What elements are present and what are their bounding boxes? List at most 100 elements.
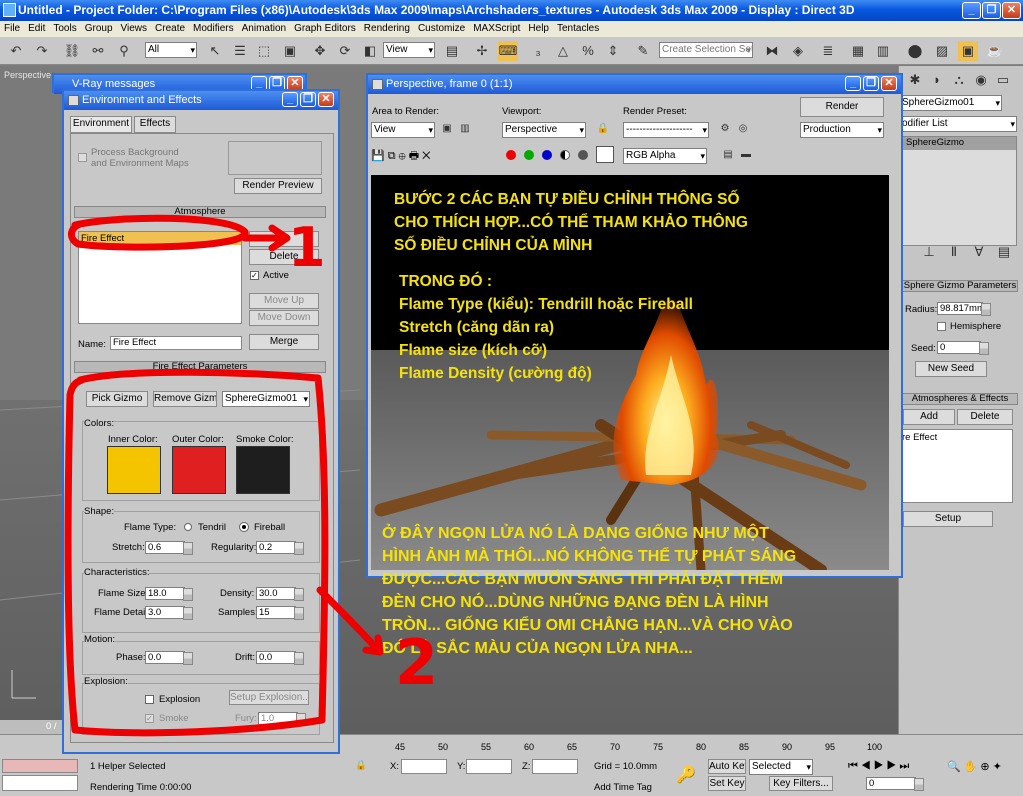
add-time-tag[interactable]: Add Time Tag [594,782,652,793]
auto-region-icon[interactable]: ▥ [457,121,473,137]
keyboard-shortcut-icon[interactable]: ⌨ [498,41,518,61]
frame-maximize-button[interactable]: ❐ [863,76,879,91]
gizmo-select[interactable]: SphereGizmo01 [222,391,310,407]
create-tab-icon[interactable]: ✱ [905,70,925,90]
schematic-view-icon[interactable]: ▥ [873,41,893,61]
environment-effects-icon[interactable]: ◎ [735,121,751,137]
set-key-button[interactable]: Set Key [708,776,746,791]
flame-size-spinner[interactable]: 18.0 [145,587,193,601]
rect-select-icon[interactable]: ⬚ [254,41,274,61]
atmos-effects-header[interactable]: Atmospheres & Effects [902,393,1018,405]
render-preview-button[interactable]: Render Preview [234,178,322,194]
display-tab-icon[interactable]: ▭ [993,70,1013,90]
viewport-select[interactable]: Perspective [502,122,586,138]
timeline-ticks[interactable]: 45 50 55 60 65 70 75 80 85 90 95 100 [340,742,900,754]
drift-spinner[interactable]: 0.0 [256,651,304,665]
motion-tab-icon[interactable]: ◉ [971,70,991,90]
key-icon[interactable]: 🔑 [676,765,696,785]
hierarchy-tab-icon[interactable]: ⛬ [949,70,969,90]
object-name-field[interactable]: SphereGizmo01 [899,95,1002,111]
stretch-spinner[interactable]: 0.6 [145,541,193,555]
menu-group[interactable]: Group [81,23,117,34]
pivot-icon[interactable]: ▤ [442,41,462,61]
lock-viewport-icon[interactable]: 🔒 [595,121,611,137]
process-background-checkbox[interactable] [78,153,87,162]
playback-controls[interactable]: ⏮◀▶▶⏭ [848,760,912,773]
area-to-render-select[interactable]: View [371,122,435,138]
current-frame-field[interactable]: 0 [866,777,924,791]
atmosphere-list-item[interactable]: Fire Effect [79,232,241,245]
blue-channel-icon[interactable] [542,150,552,160]
smoke-color-swatch[interactable] [236,446,290,494]
active-checkbox[interactable]: ✓ [250,271,259,280]
menu-views[interactable]: Views [117,23,152,34]
frame-toolbar-icons[interactable]: 💾⧉⊕🖶✕ [371,147,461,163]
menu-graph-editors[interactable]: Graph Editors [290,23,360,34]
merge-button[interactable]: Merge [249,334,319,350]
edit-region-icon[interactable]: ▣ [439,121,455,137]
alpha-channel-icon[interactable] [560,150,570,160]
name-field[interactable]: Fire Effect [110,336,242,350]
link-icon[interactable]: ⛓ [62,41,82,61]
radius-spinner[interactable]: 98.817mm [937,302,991,316]
setup-button[interactable]: Setup [903,511,993,527]
menu-customize[interactable]: Customize [414,23,469,34]
scale-icon[interactable]: ◧ [360,41,380,61]
render-button[interactable]: Render [800,97,884,117]
navigation-controls[interactable]: 🔍✋⊕✦ [947,760,1005,773]
flame-detail-spinner[interactable]: 3.0 [145,606,193,620]
spinner-snap-icon[interactable]: ⇕ [603,41,623,61]
lock-selection-icon[interactable]: 🔒 [355,760,367,771]
effects-list[interactable]: re Effect [899,429,1013,503]
select-by-name-icon[interactable]: ☰ [230,41,250,61]
menu-maxscript[interactable]: MAXScript [469,23,524,34]
manipulate-icon[interactable]: ✢ [472,41,492,61]
maxscript-listener[interactable] [2,759,78,773]
samples-spinner[interactable]: 15 [256,606,304,620]
x-coord-field[interactable] [401,759,447,774]
material-editor-icon[interactable]: ⬤ [905,41,925,61]
move-up-button[interactable]: Move Up [249,293,319,309]
menu-file[interactable]: File [0,23,24,34]
move-icon[interactable]: ✥ [310,41,330,61]
redo-icon[interactable]: ↷ [32,41,52,61]
atmosphere-list[interactable]: Fire Effect [78,231,242,324]
make-unique-icon[interactable]: ∀ [969,242,989,262]
render-preset-select[interactable]: -------------------- [623,122,709,138]
maximize-button[interactable]: ❐ [982,2,1001,19]
close-button[interactable]: ✕ [1002,2,1021,19]
percent-snap-icon[interactable]: % [578,41,598,61]
new-seed-button[interactable]: New Seed [915,361,987,377]
menu-edit[interactable]: Edit [24,23,49,34]
inner-color-swatch[interactable] [107,446,161,494]
align-icon[interactable]: ◈ [788,41,808,61]
menu-create[interactable]: Create [151,23,189,34]
frame-minimize-button[interactable]: _ [845,76,861,91]
clear-color-swatch[interactable] [596,146,614,163]
curve-editor-icon[interactable]: ▦ [848,41,868,61]
smoke-checkbox[interactable]: ✓ [145,714,154,723]
density-spinner[interactable]: 30.0 [256,587,304,601]
undo-icon[interactable]: ↶ [6,41,26,61]
layer-manager-icon[interactable]: ≣ [818,41,838,61]
menu-tentacles[interactable]: Tentacles [553,23,603,34]
rendered-frame-window-icon[interactable]: ▣ [958,41,978,61]
maxscript-input[interactable] [2,775,78,791]
effects-list-item[interactable]: re Effect [902,432,937,443]
selection-filter[interactable]: All [145,42,197,58]
select-icon[interactable]: ↖ [205,41,225,61]
display-channel-select[interactable]: RGB Alpha [623,148,707,164]
rotate-icon[interactable]: ⟳ [335,41,355,61]
regularity-spinner[interactable]: 0.2 [256,541,304,555]
env-maximize-button[interactable]: ❐ [300,92,316,107]
outer-color-swatch[interactable] [172,446,226,494]
delete-effect-button[interactable]: Delete [957,409,1013,425]
production-select[interactable]: Production [800,122,884,138]
remove-gizmo-button[interactable]: Remove Gizmo [153,391,217,407]
monochrome-icon[interactable] [578,150,588,160]
seed-spinner[interactable]: 0 [937,341,989,355]
unlink-icon[interactable]: ⚯ [88,41,108,61]
modifier-list[interactable]: odifier List [899,116,1017,132]
toggle-overlay-icon[interactable]: ▬ [738,147,754,163]
gizmo-params-header[interactable]: Sphere Gizmo Parameters [902,280,1018,292]
